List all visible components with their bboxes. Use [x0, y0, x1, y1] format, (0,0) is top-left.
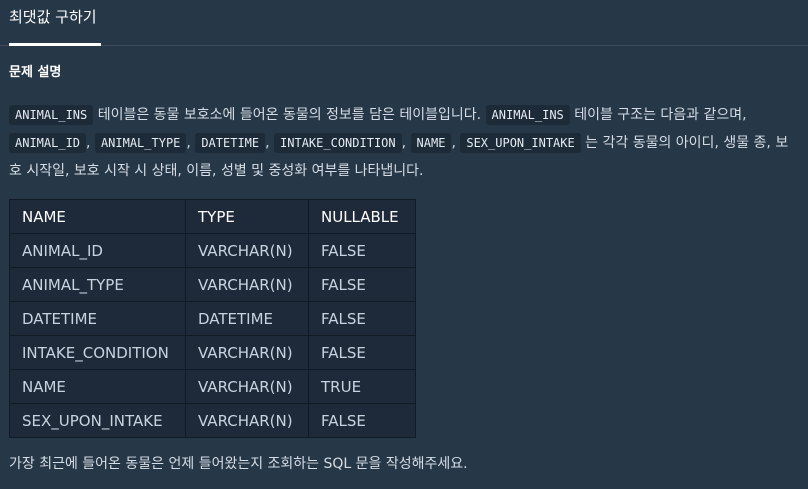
cell-nullable: FALSE	[308, 233, 416, 268]
separator: ,	[265, 135, 275, 151]
cell-type: DATETIME	[185, 301, 309, 336]
code-column-name: NAME	[410, 133, 452, 153]
cell-name: NAME	[9, 369, 186, 404]
code-column-datetime: DATETIME	[195, 133, 266, 153]
cell-name: ANIMAL_ID	[9, 233, 186, 268]
separator: ,	[86, 135, 95, 151]
cell-type: VARCHAR(N)	[185, 335, 309, 370]
tab-bar: 최댓값 구하기	[0, 0, 808, 46]
cell-name: DATETIME	[9, 301, 186, 336]
separator: ,	[186, 135, 196, 151]
table-row: NAME VARCHAR(N) TRUE	[9, 369, 416, 404]
cell-nullable: FALSE	[308, 335, 416, 370]
desc-text-1: 테이블은 동물 보호소에 들어온 동물의 정보를 담은 테이블입니다.	[93, 107, 486, 123]
cell-nullable: FALSE	[308, 403, 416, 438]
table-row: SEX_UPON_INTAKE VARCHAR(N) FALSE	[9, 403, 416, 438]
cell-type: VARCHAR(N)	[185, 233, 309, 268]
column-header-type: TYPE	[185, 199, 309, 234]
code-table-name: ANIMAL_INS	[9, 105, 94, 125]
schema-table: NAME TYPE NULLABLE ANIMAL_ID VARCHAR(N) …	[9, 199, 416, 438]
table-row: ANIMAL_TYPE VARCHAR(N) FALSE	[9, 267, 416, 302]
cell-type: VARCHAR(N)	[185, 267, 309, 302]
code-column-animal-id: ANIMAL_ID	[9, 133, 87, 153]
column-header-name: NAME	[9, 199, 186, 234]
table-row: DATETIME DATETIME FALSE	[9, 301, 416, 336]
cell-name: INTAKE_CONDITION	[9, 335, 186, 370]
tab-problem-title[interactable]: 최댓값 구하기	[9, 0, 97, 46]
code-column-sex-upon-intake: SEX_UPON_INTAKE	[460, 133, 581, 153]
cell-nullable: TRUE	[308, 369, 416, 404]
cell-name: SEX_UPON_INTAKE	[9, 403, 186, 438]
cell-type: VARCHAR(N)	[185, 369, 309, 404]
cell-name: ANIMAL_TYPE	[9, 267, 186, 302]
cell-type: VARCHAR(N)	[185, 403, 309, 438]
active-tab-indicator	[9, 43, 101, 46]
desc-text-2: 테이블 구조는 다음과 같으며,	[569, 107, 747, 123]
code-table-name-2: ANIMAL_INS	[485, 105, 570, 125]
column-header-nullable: NULLABLE	[308, 199, 416, 234]
separator: ,	[451, 135, 461, 151]
problem-content: 문제 설명 ANIMAL_INS 테이블은 동물 보호소에 들어온 동물의 정보…	[9, 62, 801, 476]
cell-nullable: FALSE	[308, 267, 416, 302]
question-text: 가장 최근에 들어온 동물은 언제 들어왔는지 조회하는 SQL 문을 작성해주…	[9, 456, 468, 472]
cell-nullable: FALSE	[308, 301, 416, 336]
separator: ,	[401, 135, 411, 151]
table-row: ANIMAL_ID VARCHAR(N) FALSE	[9, 233, 416, 268]
code-column-animal-type: ANIMAL_TYPE	[94, 133, 187, 153]
table-header-row: NAME TYPE NULLABLE	[9, 199, 416, 234]
section-heading: 문제 설명	[9, 65, 62, 80]
table-row: INTAKE_CONDITION VARCHAR(N) FALSE	[9, 335, 416, 370]
code-column-intake-condition: INTAKE_CONDITION	[274, 133, 402, 153]
problem-description: ANIMAL_INS 테이블은 동물 보호소에 들어온 동물의 정보를 담은 테…	[9, 101, 801, 185]
